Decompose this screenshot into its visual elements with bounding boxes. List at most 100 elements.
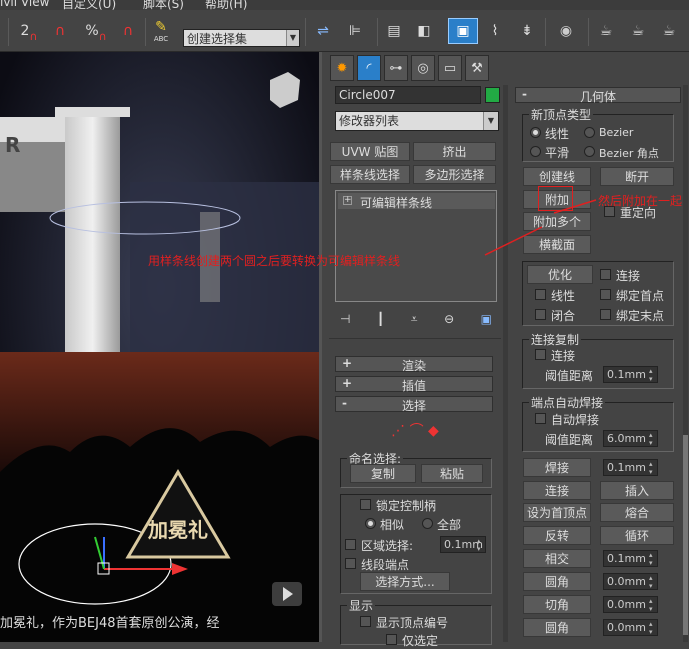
configure-sets-icon[interactable]: ▣ bbox=[481, 312, 492, 326]
align-icon[interactable]: ⊫ bbox=[344, 18, 366, 44]
area-select-checkbox[interactable] bbox=[345, 539, 356, 550]
motion-tab-icon[interactable]: ◎ bbox=[411, 55, 435, 81]
make-first-button[interactable]: 设为首顶点 bbox=[523, 503, 591, 522]
smooth-radio[interactable] bbox=[530, 146, 541, 157]
weld-threshold-spinner[interactable]: 6.0mm bbox=[603, 430, 658, 447]
rollout-render[interactable]: + 渲染 bbox=[335, 356, 493, 373]
threshold-label: 阈值距离 bbox=[545, 369, 594, 383]
utilities-tab-icon[interactable]: ⚒ bbox=[465, 55, 489, 81]
linear-checkbox[interactable] bbox=[535, 289, 546, 300]
uvw-map-button[interactable]: UVW 贴图 bbox=[330, 142, 410, 161]
all-radio[interactable] bbox=[422, 518, 433, 529]
layer-manager-icon[interactable]: ▤ bbox=[383, 18, 405, 44]
outline-spinner[interactable]: 0.0mm bbox=[603, 619, 658, 636]
rollout-selection[interactable]: - 选择 bbox=[335, 396, 493, 413]
cross-spinner[interactable]: 0.1mm bbox=[603, 550, 658, 567]
connect-checkbox[interactable] bbox=[600, 269, 611, 280]
object-color-swatch[interactable] bbox=[485, 87, 500, 103]
show-end-result-icon[interactable]: ┃ bbox=[377, 312, 384, 326]
object-name-field[interactable]: Circle007 bbox=[335, 86, 481, 104]
weld-button[interactable]: 焊接 bbox=[523, 458, 591, 477]
rollout-interpolation[interactable]: + 插值 bbox=[335, 376, 493, 393]
lock-handles-checkbox[interactable] bbox=[360, 499, 371, 510]
angle-snap-icon[interactable]: ∩ bbox=[48, 18, 72, 44]
make-unique-icon[interactable]: ⩡ bbox=[411, 312, 418, 327]
refine-button[interactable]: 优化 bbox=[527, 265, 593, 284]
bind-last-checkbox[interactable] bbox=[600, 309, 611, 320]
threshold-spinner[interactable]: 0.1mm bbox=[603, 366, 658, 383]
paste-button[interactable]: 粘贴 bbox=[421, 464, 483, 483]
extrude-button[interactable]: 挤出 bbox=[413, 142, 496, 161]
bezier-corner-radio[interactable] bbox=[584, 146, 595, 157]
modify-tab-icon[interactable]: ◜ bbox=[357, 55, 381, 81]
render-production-icon[interactable]: ☕ bbox=[657, 18, 681, 44]
menu-civil-view[interactable]: ivil View bbox=[0, 0, 49, 9]
lock-handles-label: 锁定控制柄 bbox=[376, 499, 437, 513]
curve-editor-icon[interactable]: ⌇ bbox=[483, 18, 507, 44]
bind-last-label: 绑定末点 bbox=[616, 309, 665, 323]
selection-set-dropdown[interactable]: 创建选择集 ▼ bbox=[183, 29, 300, 47]
closed-checkbox[interactable] bbox=[535, 309, 546, 320]
menu-help[interactable]: 帮助(H) bbox=[205, 0, 247, 10]
material-editor-icon[interactable]: ◉ bbox=[553, 18, 579, 44]
weld-spinner[interactable]: 0.1mm bbox=[603, 459, 658, 476]
break-button[interactable]: 断开 bbox=[600, 167, 674, 186]
auto-weld-checkbox[interactable] bbox=[535, 413, 546, 424]
menu-customize[interactable]: 自定义(U) bbox=[62, 0, 116, 10]
fillet-button[interactable]: 圆角 bbox=[523, 572, 591, 591]
closed-label: 闭合 bbox=[551, 309, 576, 323]
spinner-snap-icon[interactable]: ∩ bbox=[116, 18, 140, 44]
create-tab-icon[interactable]: ✹ bbox=[330, 55, 354, 81]
outline-button[interactable]: 圆角 bbox=[523, 618, 591, 637]
area-select-spinner[interactable]: 0.1mm bbox=[440, 536, 486, 553]
edit-named-sel-icon[interactable]: ✎ ABC bbox=[150, 18, 172, 44]
bind-first-checkbox[interactable] bbox=[600, 289, 611, 300]
perspective-viewport[interactable]: R 加冕礼 加冕礼，作为BEJ48首套原创公演，经 bbox=[0, 52, 322, 642]
annotation-arrows bbox=[484, 199, 597, 256]
select-by-button[interactable]: 选择方式... bbox=[360, 572, 450, 591]
poly-select-button[interactable]: 多边形选择 bbox=[413, 165, 496, 184]
svg-text:R: R bbox=[5, 133, 20, 157]
similar-radio[interactable] bbox=[365, 518, 376, 529]
fuse-button[interactable]: 熔合 bbox=[600, 503, 674, 522]
chamfer-spinner[interactable]: 0.0mm bbox=[603, 596, 658, 613]
chamfer-button[interactable]: 切角 bbox=[523, 595, 591, 614]
left-panel-scrollbar[interactable] bbox=[503, 85, 508, 642]
show-vertex-num-checkbox[interactable] bbox=[360, 616, 371, 627]
cycle-button[interactable]: 循环 bbox=[600, 526, 674, 545]
hierarchy-tab-icon[interactable]: ⊶ bbox=[384, 55, 408, 81]
fillet-spinner[interactable]: 0.0mm bbox=[603, 573, 658, 590]
segment-end-checkbox[interactable] bbox=[345, 558, 356, 569]
only-selected-checkbox[interactable] bbox=[386, 634, 397, 645]
insert-button[interactable]: 插入 bbox=[600, 481, 674, 500]
display-tab-icon[interactable]: ▭ bbox=[438, 55, 462, 81]
connect-copy-checkbox[interactable] bbox=[535, 349, 546, 360]
remove-modifier-icon[interactable]: ⊖ bbox=[444, 312, 454, 326]
render-setup-icon[interactable]: ☕ bbox=[594, 18, 618, 44]
spline-select-button[interactable]: 样条线选择 bbox=[330, 165, 410, 184]
percent-snap-icon[interactable]: % ∩ bbox=[82, 18, 110, 44]
connect-button[interactable]: 连接 bbox=[523, 481, 591, 500]
rendered-frame-icon[interactable]: ☕ bbox=[626, 18, 650, 44]
scene-explorer-icon[interactable]: ▣ bbox=[448, 18, 478, 44]
pin-stack-icon[interactable]: ⊣ bbox=[340, 312, 350, 326]
linear-radio[interactable] bbox=[530, 127, 541, 138]
snap-2d-icon[interactable]: 2 ∩ bbox=[18, 18, 40, 44]
reverse-button[interactable]: 反转 bbox=[523, 526, 591, 545]
panel-scrollbar-thumb[interactable] bbox=[683, 435, 688, 635]
connect-copy-title: 连接复制 bbox=[529, 331, 582, 348]
panel-scrollbar[interactable] bbox=[683, 85, 688, 642]
subobject-level-icons[interactable]: ⋰ ⌒ ◆ bbox=[380, 420, 450, 439]
menu-bar: ivil View 自定义(U) 脚本(S) 帮助(H) bbox=[0, 0, 689, 10]
cross-insert-button[interactable]: 相交 bbox=[523, 549, 591, 568]
mirror-icon[interactable]: ⇌ bbox=[312, 18, 334, 44]
linear2-label: 线性 bbox=[551, 289, 576, 303]
bezier-radio[interactable] bbox=[584, 127, 595, 138]
dope-sheet-icon[interactable]: ⇟ bbox=[515, 18, 539, 44]
create-line-button[interactable]: 创建线 bbox=[523, 167, 591, 186]
modifier-list-dropdown[interactable]: 修改器列表 ▼ bbox=[335, 111, 499, 131]
rollout-geometry[interactable]: - 几何体 bbox=[515, 87, 681, 104]
menu-script[interactable]: 脚本(S) bbox=[143, 0, 184, 10]
copy-button[interactable]: 复制 bbox=[350, 464, 416, 483]
ribbon-icon[interactable]: ◧ bbox=[413, 18, 435, 44]
